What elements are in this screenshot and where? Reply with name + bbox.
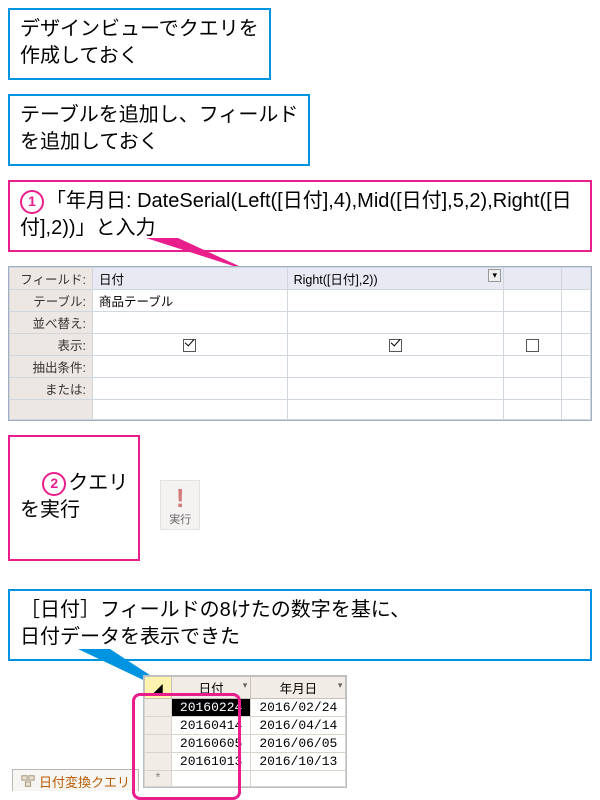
dropdown-icon[interactable]: ▾ [488, 269, 501, 282]
qbe-label-or: または: [10, 378, 93, 400]
query-tab[interactable]: 日付変換クエリ [12, 769, 139, 791]
query-icon [21, 774, 35, 788]
qbe-show-2[interactable] [504, 334, 562, 356]
qbe-field-0[interactable]: 日付 [93, 268, 288, 290]
qbe-criteria-0[interactable] [93, 356, 288, 378]
qbe-label-table: テーブル: [10, 290, 93, 312]
datasheet-view: ◢ 日付 ▾ 年月日 ▾ 20160224 2016/02/24 20160414 … [143, 675, 347, 788]
cell[interactable]: 2016/02/24 [251, 699, 346, 717]
qbe-field-1-text: Right([日付],2)) [294, 273, 378, 287]
checkbox-icon [183, 339, 196, 352]
new-record-icon: * [144, 771, 171, 787]
run-query-button[interactable]: ! 実行 [160, 480, 200, 530]
cell[interactable] [251, 771, 346, 787]
cell[interactable] [171, 771, 250, 787]
qbe-label-criteria: 抽出条件: [10, 356, 93, 378]
checkbox-icon [526, 339, 539, 352]
col-header-1[interactable]: 年月日 ▾ [251, 677, 346, 699]
row-selector-header[interactable]: ◢ [144, 677, 171, 699]
qbe-table-1[interactable] [287, 290, 503, 312]
qbe-show-1[interactable] [287, 334, 503, 356]
callout-prep-2: テーブルを追加し、フィールド を追加しておく [8, 94, 310, 166]
table-row[interactable]: 20160224 2016/02/24 [144, 699, 345, 717]
qbe-field-1[interactable]: Right([日付],2)) ▾ [287, 268, 503, 290]
cell[interactable]: 20160414 [171, 717, 250, 735]
step-number-2: 2 [42, 472, 66, 496]
callout-step-1: 1「年月日: DateSerial(Left([日付],4),Mid([日付],… [8, 180, 592, 252]
callout-prep-1: デザインビューでクエリを 作成しておく [8, 8, 271, 80]
qbe-label-field: フィールド: [10, 268, 93, 290]
query-tab-label: 日付変換クエリ [39, 772, 130, 791]
qbe-sort-0[interactable] [93, 312, 288, 334]
col-header-1-label: 年月日 [280, 682, 318, 696]
step-1-text: 「年月日: DateSerial(Left([日付],4),Mid([日付],5… [20, 190, 572, 239]
callout-step-2: 2クエリ を実行 [8, 435, 140, 561]
cell[interactable]: 20160224 [171, 699, 250, 717]
dropdown-icon[interactable]: ▾ [338, 680, 343, 691]
col-header-0[interactable]: 日付 ▾ [171, 677, 250, 699]
table-row[interactable]: 20160414 2016/04/14 [144, 717, 345, 735]
run-button-label: 実行 [169, 511, 191, 527]
cell[interactable]: 2016/06/05 [251, 735, 346, 753]
cell[interactable]: 20161013 [171, 753, 250, 771]
qbe-table-0[interactable]: 商品テーブル [93, 290, 288, 312]
qbe-table-2[interactable] [504, 290, 562, 312]
cell[interactable]: 2016/04/14 [251, 717, 346, 735]
cell[interactable]: 20160605 [171, 735, 250, 753]
qbe-field-2[interactable] [504, 268, 562, 290]
step-2-text: クエリ を実行 [20, 472, 128, 521]
qbe-field-3[interactable] [561, 268, 590, 290]
checkbox-icon [389, 339, 402, 352]
cell[interactable]: 2016/10/13 [251, 753, 346, 771]
qbe-label-show: 表示: [10, 334, 93, 356]
qbe-or-0[interactable] [93, 378, 288, 400]
table-row[interactable]: 20161013 2016/10/13 [144, 753, 345, 771]
exclamation-icon: ! [176, 485, 185, 511]
col-header-0-label: 日付 [199, 682, 224, 696]
table-row[interactable]: 20160605 2016/06/05 [144, 735, 345, 753]
qbe-label-sort: 並べ替え: [10, 312, 93, 334]
qbe-show-0[interactable] [93, 334, 288, 356]
dropdown-icon[interactable]: ▾ [243, 680, 248, 691]
query-design-grid: フィールド: 日付 Right([日付],2)) ▾ テーブル: 商品テーブル … [8, 266, 592, 421]
new-record-row[interactable]: * [144, 771, 345, 787]
row-selector[interactable] [144, 699, 171, 717]
step-number-1: 1 [20, 190, 44, 214]
